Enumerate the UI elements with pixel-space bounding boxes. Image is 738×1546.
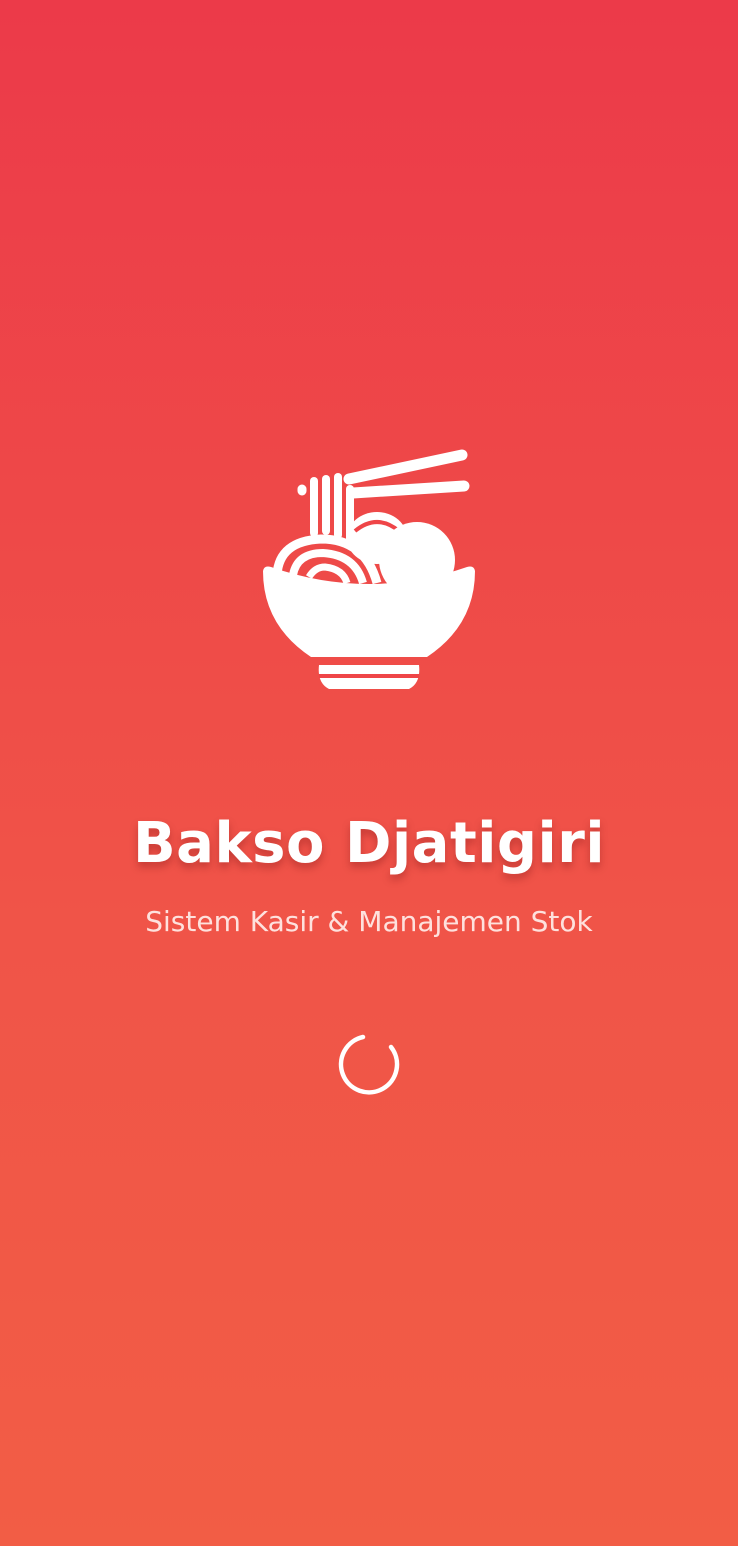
loading-spinner-icon [338,1034,400,1095]
app-subtitle: Sistem Kasir & Manajemen Stok [145,905,593,938]
noodle-bowl-icon [263,449,475,689]
splash-screen: Bakso Djatigiri Sistem Kasir & Manajemen… [0,0,738,1546]
app-title: Bakso Djatigiri [132,811,606,876]
